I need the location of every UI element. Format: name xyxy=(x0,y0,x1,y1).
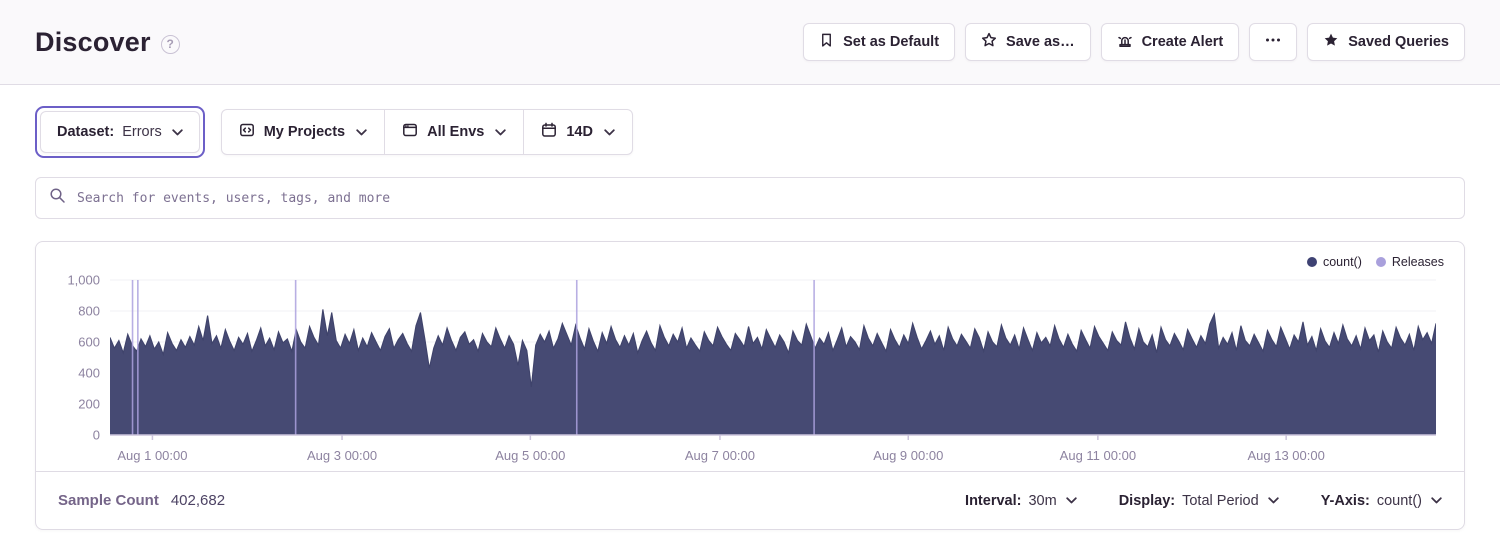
chevron-down-icon xyxy=(495,129,506,136)
projects-icon xyxy=(239,122,255,142)
projects-dropdown[interactable]: My Projects xyxy=(222,110,384,154)
window-icon xyxy=(402,122,418,142)
area-chart xyxy=(110,278,1436,441)
saved-queries-button[interactable]: Saved Queries xyxy=(1307,23,1465,61)
chevron-down-icon xyxy=(172,129,183,136)
create-alert-button[interactable]: Create Alert xyxy=(1101,23,1240,61)
page-title: Discover xyxy=(35,27,151,58)
chevron-down-icon xyxy=(1431,497,1442,504)
sample-count-label: Sample Count xyxy=(58,492,159,509)
y-tick-label: 0 xyxy=(93,428,100,443)
bookmark-icon xyxy=(819,32,834,52)
dataset-dropdown[interactable]: Dataset: Errors xyxy=(40,111,200,153)
display-dropdown[interactable]: Display: Total Period xyxy=(1119,493,1279,509)
set-as-default-button[interactable]: Set as Default xyxy=(803,23,955,61)
y-tick-label: 1,000 xyxy=(67,273,100,288)
chevron-down-icon xyxy=(604,129,615,136)
x-tick-label: Aug 13 00:00 xyxy=(1247,448,1324,463)
page-header: Discover ? Set as Default Save as… xyxy=(0,0,1500,85)
date-range-dropdown[interactable]: 14D xyxy=(523,110,632,154)
x-tick-label: Aug 5 00:00 xyxy=(495,448,565,463)
interval-dropdown[interactable]: Interval: 30m xyxy=(965,493,1077,509)
chevron-down-icon xyxy=(1268,497,1279,504)
star-filled-icon xyxy=(1323,32,1339,52)
x-tick-label: Aug 1 00:00 xyxy=(117,448,187,463)
releases-series-dot xyxy=(1376,257,1386,267)
star-outline-icon xyxy=(981,32,997,52)
y-tick-label: 600 xyxy=(78,335,100,350)
dataset-focus-ring: Dataset: Errors xyxy=(35,106,205,158)
chevron-down-icon xyxy=(356,129,367,136)
more-options-button[interactable] xyxy=(1249,23,1297,61)
search-bar xyxy=(35,177,1465,219)
search-input[interactable] xyxy=(75,190,1451,207)
y-tick-label: 400 xyxy=(78,366,100,381)
chevron-down-icon xyxy=(1066,497,1077,504)
x-tick-label: Aug 7 00:00 xyxy=(685,448,755,463)
help-icon[interactable]: ? xyxy=(161,35,180,54)
legend-item-count[interactable]: count() xyxy=(1307,255,1362,269)
environments-dropdown[interactable]: All Envs xyxy=(384,110,523,154)
filter-bar: Dataset: Errors My Projects All En xyxy=(35,106,1465,158)
y-tick-label: 800 xyxy=(78,304,100,319)
page-filter-bar: My Projects All Envs 14D xyxy=(221,109,633,155)
sample-count-value: 402,682 xyxy=(171,492,225,509)
header-actions: Set as Default Save as… Create Alert xyxy=(803,23,1465,61)
chart-legend: count() Releases xyxy=(1307,255,1444,269)
y-tick-label: 200 xyxy=(78,397,100,412)
calendar-icon xyxy=(541,122,557,142)
ellipsis-icon xyxy=(1264,32,1282,52)
x-tick-label: Aug 9 00:00 xyxy=(873,448,943,463)
x-axis-labels: Aug 1 00:00 Aug 3 00:00 Aug 5 00:00 Aug 7 0… xyxy=(110,441,1436,471)
x-tick-label: Aug 3 00:00 xyxy=(307,448,377,463)
count-series-dot xyxy=(1307,257,1317,267)
siren-icon xyxy=(1117,32,1133,52)
legend-item-releases[interactable]: Releases xyxy=(1376,255,1444,269)
y-axis-dropdown[interactable]: Y-Axis: count() xyxy=(1321,493,1442,509)
chart-footer: Sample Count 402,682 Interval: 30m Displ… xyxy=(36,471,1464,529)
x-tick-label: Aug 11 00:00 xyxy=(1060,448,1136,463)
search-icon xyxy=(49,187,66,209)
save-as-button[interactable]: Save as… xyxy=(965,23,1091,61)
chart-panel: count() Releases 0 200 400 600 800 1,000 Aug … xyxy=(35,241,1465,530)
y-axis-labels: 02004006008001,000 xyxy=(36,278,110,441)
